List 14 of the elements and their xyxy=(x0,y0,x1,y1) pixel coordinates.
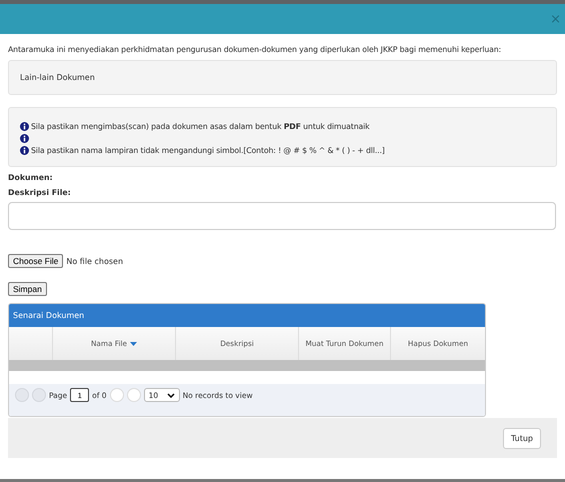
close-dialog-button[interactable]: Tutup xyxy=(502,428,541,448)
description-field[interactable] xyxy=(8,202,556,230)
file-status: No file chosen xyxy=(66,256,124,266)
info-icon xyxy=(20,146,29,154)
sort-caret-icon xyxy=(130,342,138,346)
pager-button[interactable] xyxy=(110,388,124,402)
category-text: Lain-lain Dokumen xyxy=(20,73,95,82)
chevron-icon xyxy=(166,392,175,398)
grid-title: Senarai Dokumen xyxy=(9,304,485,327)
save-button[interactable]: Simpan xyxy=(8,282,47,296)
choose-file-button[interactable]: Choose File xyxy=(8,254,64,268)
info-icon xyxy=(20,122,29,130)
info-icon xyxy=(20,134,29,142)
pager-button[interactable] xyxy=(126,388,141,402)
